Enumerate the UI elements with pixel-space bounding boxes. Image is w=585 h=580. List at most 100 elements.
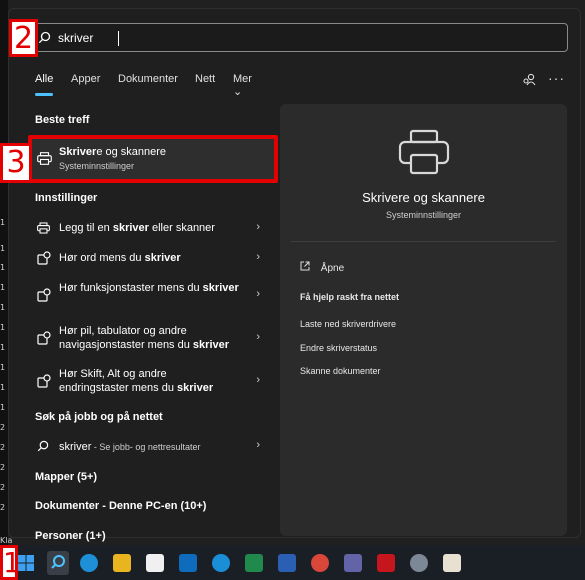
edge-text: 1 (0, 244, 6, 253)
search-icon (38, 31, 51, 47)
section-web: Søk på jobb og på nettet (35, 411, 163, 423)
help-header: Få hjelp raskt fra nettet (300, 292, 400, 302)
edge-text: 2 (0, 463, 6, 472)
match-highlight: skriver (112, 222, 149, 234)
word-icon[interactable] (278, 554, 296, 572)
search-box[interactable] (29, 23, 568, 52)
file-explorer-icon[interactable] (113, 554, 131, 572)
edge-text: 1 (0, 343, 6, 352)
match-highlight: skriver (177, 382, 214, 394)
printer-icon (398, 129, 450, 178)
label-part: Hør ord mens du (59, 252, 145, 264)
accessibility-icon (37, 288, 51, 305)
annotation-number-2: 2 (9, 19, 38, 57)
edge-text: 1 (0, 218, 6, 227)
settings-result[interactable]: Hør Skift, Alt og andre endringstaster m… (30, 366, 276, 396)
settings-result[interactable]: Hør ord mens du skriver › (30, 248, 276, 270)
chevron-right-icon: › (256, 331, 260, 343)
query-text: skriver (59, 441, 92, 453)
search-icon (37, 440, 49, 455)
annotation-highlight-box (28, 135, 278, 183)
accessibility-icon (37, 374, 51, 391)
settings-result[interactable]: Legg til en skriver eller skanner › (30, 218, 276, 240)
edge-icon[interactable] (80, 554, 98, 572)
match-highlight: skriver (192, 339, 230, 351)
match-highlight: skriver (202, 282, 239, 294)
result-label: Hør ord mens du skriver (59, 251, 181, 265)
label-part: Hør Skift, Alt og andre endringstaster m… (59, 368, 178, 394)
tab-all[interactable]: Alle (35, 73, 53, 85)
section-documents[interactable]: Dokumenter - Denne PC-en (10+) (35, 500, 206, 512)
section-folders[interactable]: Mapper (5+) (35, 471, 97, 483)
text-caret (118, 31, 119, 46)
teams-icon[interactable] (344, 554, 362, 572)
annotation-number-1: 1 (0, 545, 21, 580)
label-part: Hør funksjonstaster mens du (59, 282, 203, 294)
open-label: Åpne (320, 263, 345, 274)
result-label: Hør Skift, Alt og andre endringstaster m… (59, 367, 239, 395)
section-settings: Innstillinger (35, 192, 98, 204)
result-label: Hør pil, tabulator og andre navigasjonst… (59, 324, 249, 352)
chrome-icon[interactable] (311, 554, 329, 572)
help-link[interactable]: Skanne dokumenter (300, 366, 381, 376)
edge-text: 1 (0, 403, 6, 412)
search-input[interactable] (58, 29, 538, 47)
accounts-icon[interactable] (522, 73, 536, 90)
teamviewer-icon[interactable] (212, 554, 230, 572)
settings-result[interactable]: Hør pil, tabulator og andre navigasjonst… (30, 323, 276, 353)
edge-text: 1 (0, 283, 6, 292)
label-part: - Se jobb- og nettresultater (91, 442, 201, 452)
section-best-match: Beste treff (35, 114, 90, 126)
tab-apps[interactable]: Apper (71, 73, 100, 85)
tab-web[interactable]: Nett (195, 73, 215, 85)
tab-documents[interactable]: Dokumenter (118, 73, 178, 85)
accessibility-icon (37, 331, 51, 348)
outlook-icon[interactable] (179, 554, 197, 572)
chevron-right-icon: › (256, 439, 260, 451)
acrobat-icon[interactable] (377, 554, 395, 572)
help-link[interactable]: Laste ned skriverdrivere (300, 319, 396, 329)
open-external-icon (300, 261, 310, 274)
label-part: Legg til en (59, 222, 113, 234)
annotation-number-3: 3 (0, 143, 32, 183)
background-window-edge: 1 1 1 1 1 1 1 1 1 1 2 2 2 2 2 Kla (0, 0, 12, 545)
edge-text: 2 (0, 443, 6, 452)
accessibility-icon (37, 251, 51, 268)
active-tab-indicator (35, 93, 53, 96)
settings-gear-icon[interactable] (410, 554, 428, 572)
detail-subtitle: Systeminnstillinger (385, 210, 462, 220)
taskbar (0, 545, 585, 580)
detail-title: Skrivere og skannere (362, 190, 485, 205)
chevron-right-icon: › (256, 288, 260, 300)
excel-icon[interactable] (245, 554, 263, 572)
label-part: Hør pil, tabulator og andre navigasjonst… (59, 325, 193, 351)
edge-text: 1 (0, 303, 6, 312)
help-link[interactable]: Endre skriverstatus (300, 343, 377, 353)
tab-more[interactable]: Mer ⌄ (233, 73, 252, 98)
chevron-right-icon: › (256, 251, 260, 263)
detail-pane: Skrivere og skannere Systeminnstillinger… (280, 104, 567, 536)
edge-text: 1 (0, 383, 6, 392)
result-label: Legg til en skriver eller skanner (59, 221, 215, 235)
result-label: skriver - Se jobb- og nettresultater (59, 440, 200, 454)
chevron-right-icon: › (256, 221, 260, 233)
edge-text: 1 (0, 263, 6, 272)
result-label: Hør funksjonstaster mens du skriver (59, 281, 239, 295)
edge-text: 2 (0, 483, 6, 492)
edge-text: 1 (0, 363, 6, 372)
open-action[interactable]: Åpne (300, 261, 344, 274)
app-icon[interactable] (443, 554, 461, 572)
edge-text: 2 (0, 423, 6, 432)
web-search-result[interactable]: skriver - Se jobb- og nettresultater › (30, 436, 276, 458)
section-people[interactable]: Personer (1+) (35, 530, 106, 542)
store-icon[interactable] (146, 554, 164, 572)
edge-text: 2 (0, 503, 6, 512)
label-part: eller skanner (148, 222, 215, 234)
chevron-right-icon: › (256, 374, 260, 386)
search-taskbar-icon[interactable] (47, 551, 69, 575)
settings-result[interactable]: Hør funksjonstaster mens du skriver › (30, 280, 276, 310)
printer-icon (37, 222, 50, 237)
edge-text: 1 (0, 323, 6, 332)
more-options-icon[interactable]: ··· (548, 70, 565, 86)
divider (291, 241, 556, 242)
